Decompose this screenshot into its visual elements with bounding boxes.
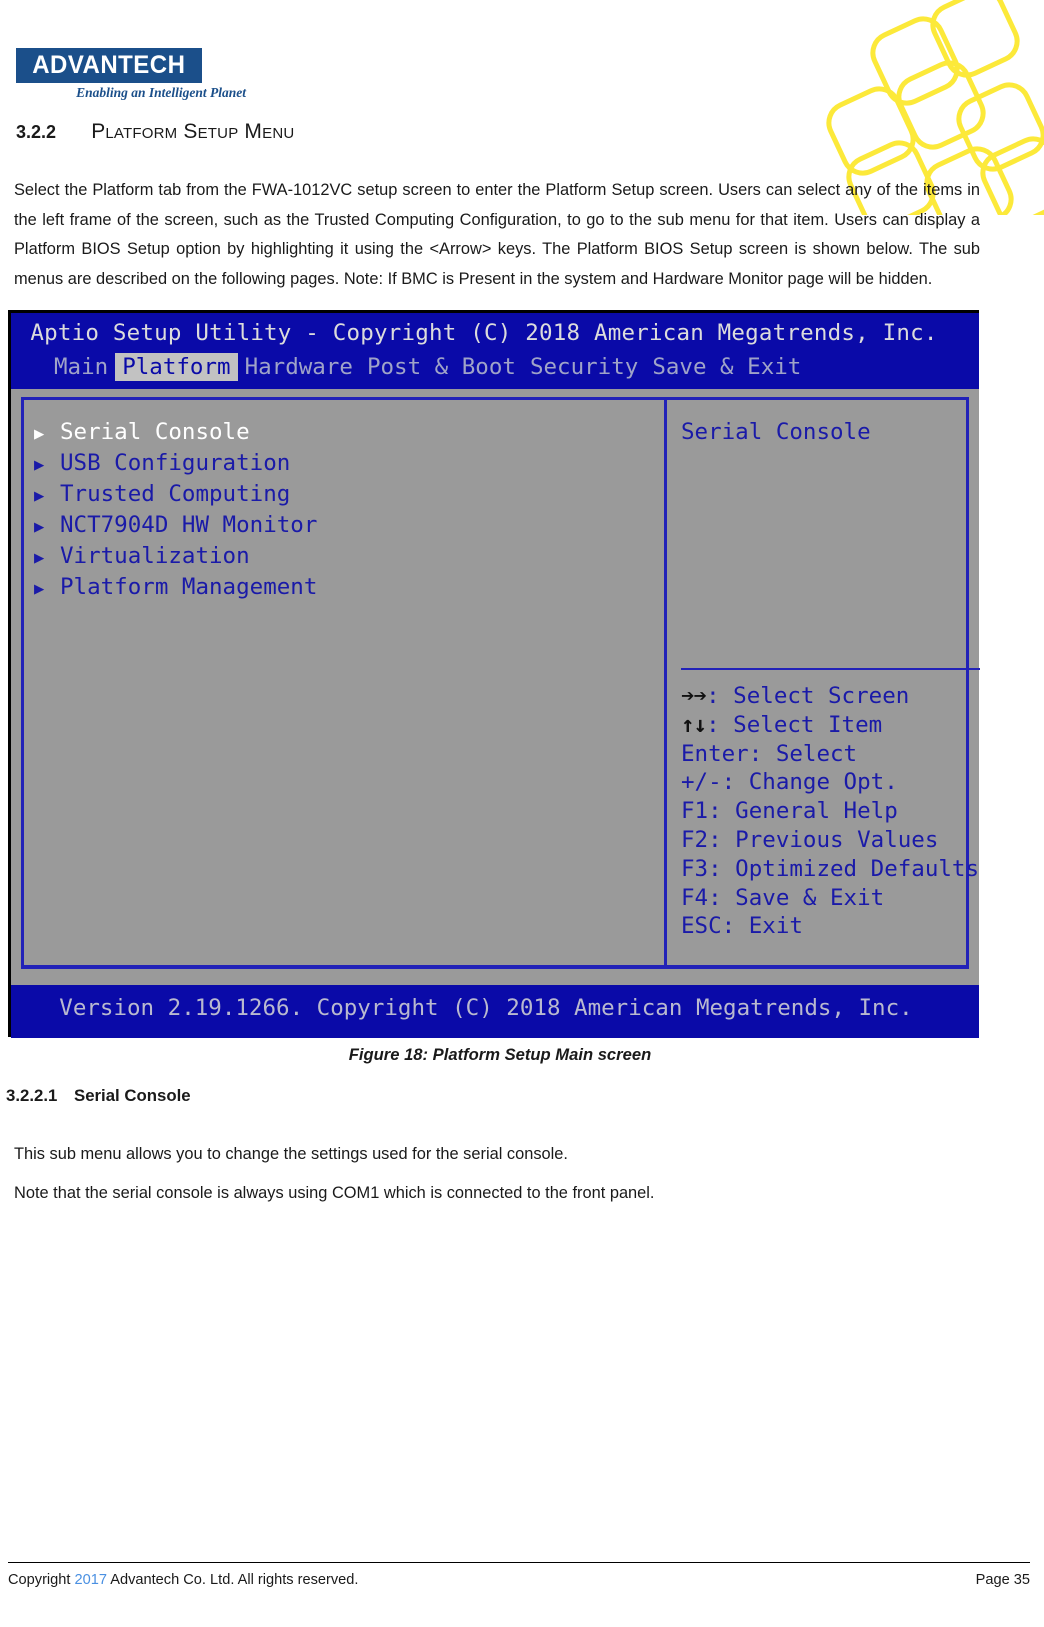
tab-main[interactable]: Main (47, 353, 115, 381)
menu-item-label: NCT7904D HW Monitor (60, 512, 318, 538)
subsection-paragraph-2: Note that the serial console is always u… (14, 1184, 655, 1203)
subsection-number: 3.2.2.1 (6, 1086, 58, 1105)
bios-content: ▶ Serial Console ▶ USB Configuration ▶ T… (11, 389, 980, 971)
tab-platform[interactable]: Platform (115, 353, 238, 381)
footer-year: 2017 (74, 1572, 107, 1588)
brand-tagline: Enabling an Intelligent Planet (76, 85, 246, 100)
triangle-right-icon: ▶ (34, 486, 45, 506)
menu-item-label: Serial Console (60, 419, 250, 445)
triangle-right-icon: ▶ (34, 517, 45, 537)
tab-security[interactable]: Security (523, 353, 645, 381)
logo-wordmark: ADVANTECH (32, 51, 186, 79)
arrow-left-right-icon: ➔➔ (681, 683, 707, 709)
brand-header: ADVANTECH Enabling an Intelligent Planet (16, 48, 246, 101)
footer-copyright-pre: Copyright (8, 1572, 71, 1588)
deco-square-8 (973, 129, 1044, 215)
bios-panel: ▶ Serial Console ▶ USB Configuration ▶ T… (21, 397, 980, 969)
bios-help-pane: Serial Console ➔➔: Select Screen ↑↓: Sel… (667, 400, 980, 965)
footer-copyright-post: Advantech Co. Ltd. All rights reserved. (110, 1572, 359, 1588)
subsection-heading: 3.2.2.1 Serial Console (6, 1086, 191, 1106)
key-previous-values: F2: Previous Values (681, 826, 939, 853)
footer-page-number: Page 35 (975, 1572, 1030, 1588)
footer-copyright: Copyright 2017 Advantech Co. Ltd. All ri… (8, 1572, 358, 1588)
key-esc-exit: ESC: Exit (681, 913, 803, 940)
key-save-and-exit: F4: Save & Exit (681, 884, 885, 911)
key-legend: ➔➔: Select Screen ↑↓: Select Item Enter:… (681, 682, 979, 941)
subsection-paragraph-1: This sub menu allows you to change the s… (14, 1145, 568, 1164)
menu-item-serial-console[interactable]: ▶ Serial Console (34, 418, 664, 449)
key-select-screen: ➔➔: Select Screen (681, 682, 979, 711)
bios-tab-bar: Main Platform Hardware Post & Boot Secur… (11, 353, 979, 381)
triangle-right-icon: ▶ (34, 424, 45, 444)
key-label: : Select Item (706, 711, 883, 738)
section-number: 3.2.2 (16, 122, 57, 142)
section-heading: 3.2.2 Platform Setup Menu (16, 120, 294, 144)
tab-post-and-boot[interactable]: Post & Boot (360, 353, 523, 381)
menu-item-trusted-computing[interactable]: ▶ Trusted Computing (34, 480, 664, 511)
deco-square-1 (923, 0, 1027, 85)
page-footer: Copyright 2017 Advantech Co. Ltd. All ri… (8, 1572, 1030, 1588)
key-select-item: ↑↓: Select Item (681, 711, 979, 740)
help-title: Serial Console (681, 419, 871, 445)
bios-menu-list: ▶ Serial Console ▶ USB Configuration ▶ T… (24, 400, 664, 965)
help-separator (681, 668, 980, 670)
menu-item-virtualization[interactable]: ▶ Virtualization (34, 542, 664, 573)
deco-square-4 (949, 75, 1044, 179)
key-label: : Select Screen (706, 683, 910, 709)
tab-save-and-exit[interactable]: Save & Exit (645, 353, 808, 381)
menu-item-label: Virtualization (60, 543, 250, 569)
deco-square-2 (863, 9, 967, 113)
bios-footer-gap (11, 971, 979, 985)
triangle-right-icon: ▶ (34, 548, 45, 568)
bios-title-bar: Aptio Setup Utility - Copyright (C) 2018… (11, 313, 979, 389)
deco-square-5 (819, 79, 923, 183)
menu-item-label: Platform Management (60, 574, 318, 600)
intro-paragraph: Select the Platform tab from the FWA-101… (14, 181, 980, 288)
menu-item-label: USB Configuration (60, 450, 291, 476)
key-general-help: F1: General Help (681, 798, 898, 825)
footer-divider (8, 1562, 1030, 1564)
bios-version-bar: Version 2.19.1266. Copyright (C) 2018 Am… (11, 985, 979, 1038)
key-change-opt: +/-: Change Opt. (681, 769, 898, 796)
bios-screenshot: Aptio Setup Utility - Copyright (C) 2018… (8, 310, 980, 1038)
figure-caption: Figure 18: Platform Setup Main screen (348, 1045, 652, 1064)
arrow-up-down-icon: ↑↓ (681, 711, 707, 738)
menu-item-usb-configuration[interactable]: ▶ USB Configuration (34, 449, 664, 480)
triangle-right-icon: ▶ (34, 579, 45, 599)
advantech-logo: ADVANTECH (16, 48, 202, 83)
menu-item-label: Trusted Computing (60, 481, 291, 507)
section-title: Platform Setup Menu (91, 120, 295, 143)
key-enter-select: Enter: Select (681, 740, 858, 767)
subsection-title: Serial Console (74, 1086, 191, 1105)
triangle-right-icon: ▶ (34, 455, 45, 475)
tab-hardware[interactable]: Hardware (238, 353, 360, 381)
menu-item-nct7904d-hw-monitor[interactable]: ▶ NCT7904D HW Monitor (34, 511, 664, 542)
bios-title-text: Aptio Setup Utility - Copyright (C) 2018… (30, 320, 938, 346)
key-optimized-defaults: F3: Optimized Defaults (681, 855, 980, 882)
deco-square-3 (889, 53, 993, 157)
menu-item-platform-management[interactable]: ▶ Platform Management (34, 573, 664, 604)
